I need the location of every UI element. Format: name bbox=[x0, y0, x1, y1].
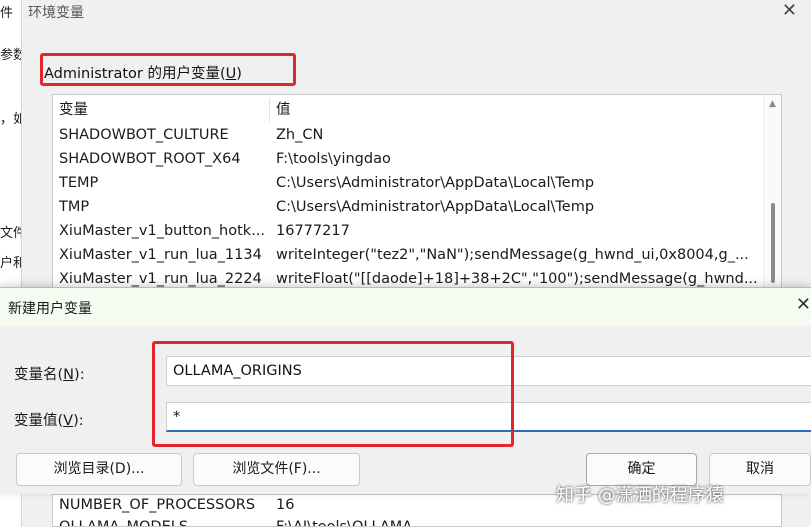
variable-name: XiuMaster_v1_button_hotk... bbox=[59, 223, 266, 239]
variable-value-label: 变量值(V): bbox=[14, 413, 84, 429]
variable-value: F:\tools\yingdao bbox=[276, 151, 391, 167]
variable-name: NUMBER_OF_PROCESSORS bbox=[59, 497, 256, 513]
table-row[interactable]: XiuMaster_v1_run_lua_1134 writeInteger("… bbox=[53, 243, 763, 267]
new-user-variable-dialog: 新建用户变量 ✕ 变量名(N): 变量值(V): 浏览目录(D)... 浏览文件… bbox=[0, 287, 811, 494]
dialog-titlebar[interactable]: 新建用户变量 ✕ bbox=[0, 288, 811, 326]
user-variables-list[interactable]: 变量 值 SHADOWBOT_CULTURE Zh_CN SHADOWBOT_R… bbox=[52, 94, 782, 294]
table-row[interactable]: OLLAMA_MODELS F:\AI\tools\OLLAMA bbox=[53, 515, 763, 527]
table-row[interactable]: XiuMaster_v1_button_hotk... 16777217 bbox=[53, 219, 763, 243]
variable-name: SHADOWBOT_ROOT_X64 bbox=[59, 151, 241, 167]
browse-directory-button[interactable]: 浏览目录(D)... bbox=[16, 453, 182, 486]
variable-value: writeInteger("tez2","NaN");sendMessage(g… bbox=[276, 247, 749, 263]
browse-file-button[interactable]: 浏览文件(F)... bbox=[193, 453, 360, 486]
variable-name: XiuMaster_v1_run_lua_1134 bbox=[59, 247, 262, 263]
close-icon[interactable]: ✕ bbox=[796, 294, 811, 315]
variable-name: OLLAMA_MODELS bbox=[59, 519, 189, 527]
table-row[interactable]: SHADOWBOT_CULTURE Zh_CN bbox=[53, 123, 763, 147]
table-row[interactable]: SHADOWBOT_ROOT_X64 F:\tools\yingdao bbox=[53, 147, 763, 171]
column-header-variable[interactable]: 变量 bbox=[59, 98, 269, 122]
scroll-up-arrow-icon[interactable]: ▲ bbox=[769, 99, 776, 109]
column-header-value[interactable]: 值 bbox=[276, 98, 761, 122]
variable-value: C:\Users\Administrator\AppData\Local\Tem… bbox=[276, 199, 595, 215]
scrollbar-thumb[interactable] bbox=[771, 203, 775, 283]
variable-name: SHADOWBOT_CULTURE bbox=[59, 127, 229, 143]
close-icon[interactable]: ✕ bbox=[782, 0, 797, 21]
variable-name: TEMP bbox=[59, 175, 99, 191]
column-divider[interactable] bbox=[269, 98, 270, 122]
table-row[interactable]: TMP C:\Users\Administrator\AppData\Local… bbox=[53, 195, 763, 219]
annotation-highlight-box bbox=[152, 341, 514, 447]
bg-fragment: 件 bbox=[0, 6, 14, 21]
bg-fragment: 参数 bbox=[0, 48, 21, 63]
variable-name-label: 变量名(N): bbox=[14, 367, 85, 383]
watermark: 知乎 @潇洒的程序猿 bbox=[556, 485, 724, 506]
variable-value: Zh_CN bbox=[276, 127, 324, 143]
cancel-button[interactable]: 取消 bbox=[709, 453, 811, 486]
list-header: 变量 值 bbox=[53, 98, 763, 122]
variable-value: C:\Users\Administrator\AppData\Local\Tem… bbox=[276, 175, 595, 191]
table-row[interactable]: TEMP C:\Users\Administrator\AppData\Loca… bbox=[53, 171, 763, 195]
bg-fragment: ，如 bbox=[0, 112, 21, 127]
vertical-scrollbar[interactable]: ▲ bbox=[763, 95, 781, 293]
bg-fragment: 文件 bbox=[0, 226, 21, 241]
dialog-title: 环境变量 bbox=[28, 5, 84, 21]
variable-value: 16777217 bbox=[276, 223, 350, 239]
bg-fragment: 户和 bbox=[0, 256, 21, 271]
annotation-highlight-box bbox=[40, 53, 296, 86]
variable-name: TMP bbox=[59, 199, 90, 215]
dialog-title: 新建用户变量 bbox=[8, 301, 92, 317]
variable-value: F:\AI\tools\OLLAMA bbox=[276, 519, 413, 527]
